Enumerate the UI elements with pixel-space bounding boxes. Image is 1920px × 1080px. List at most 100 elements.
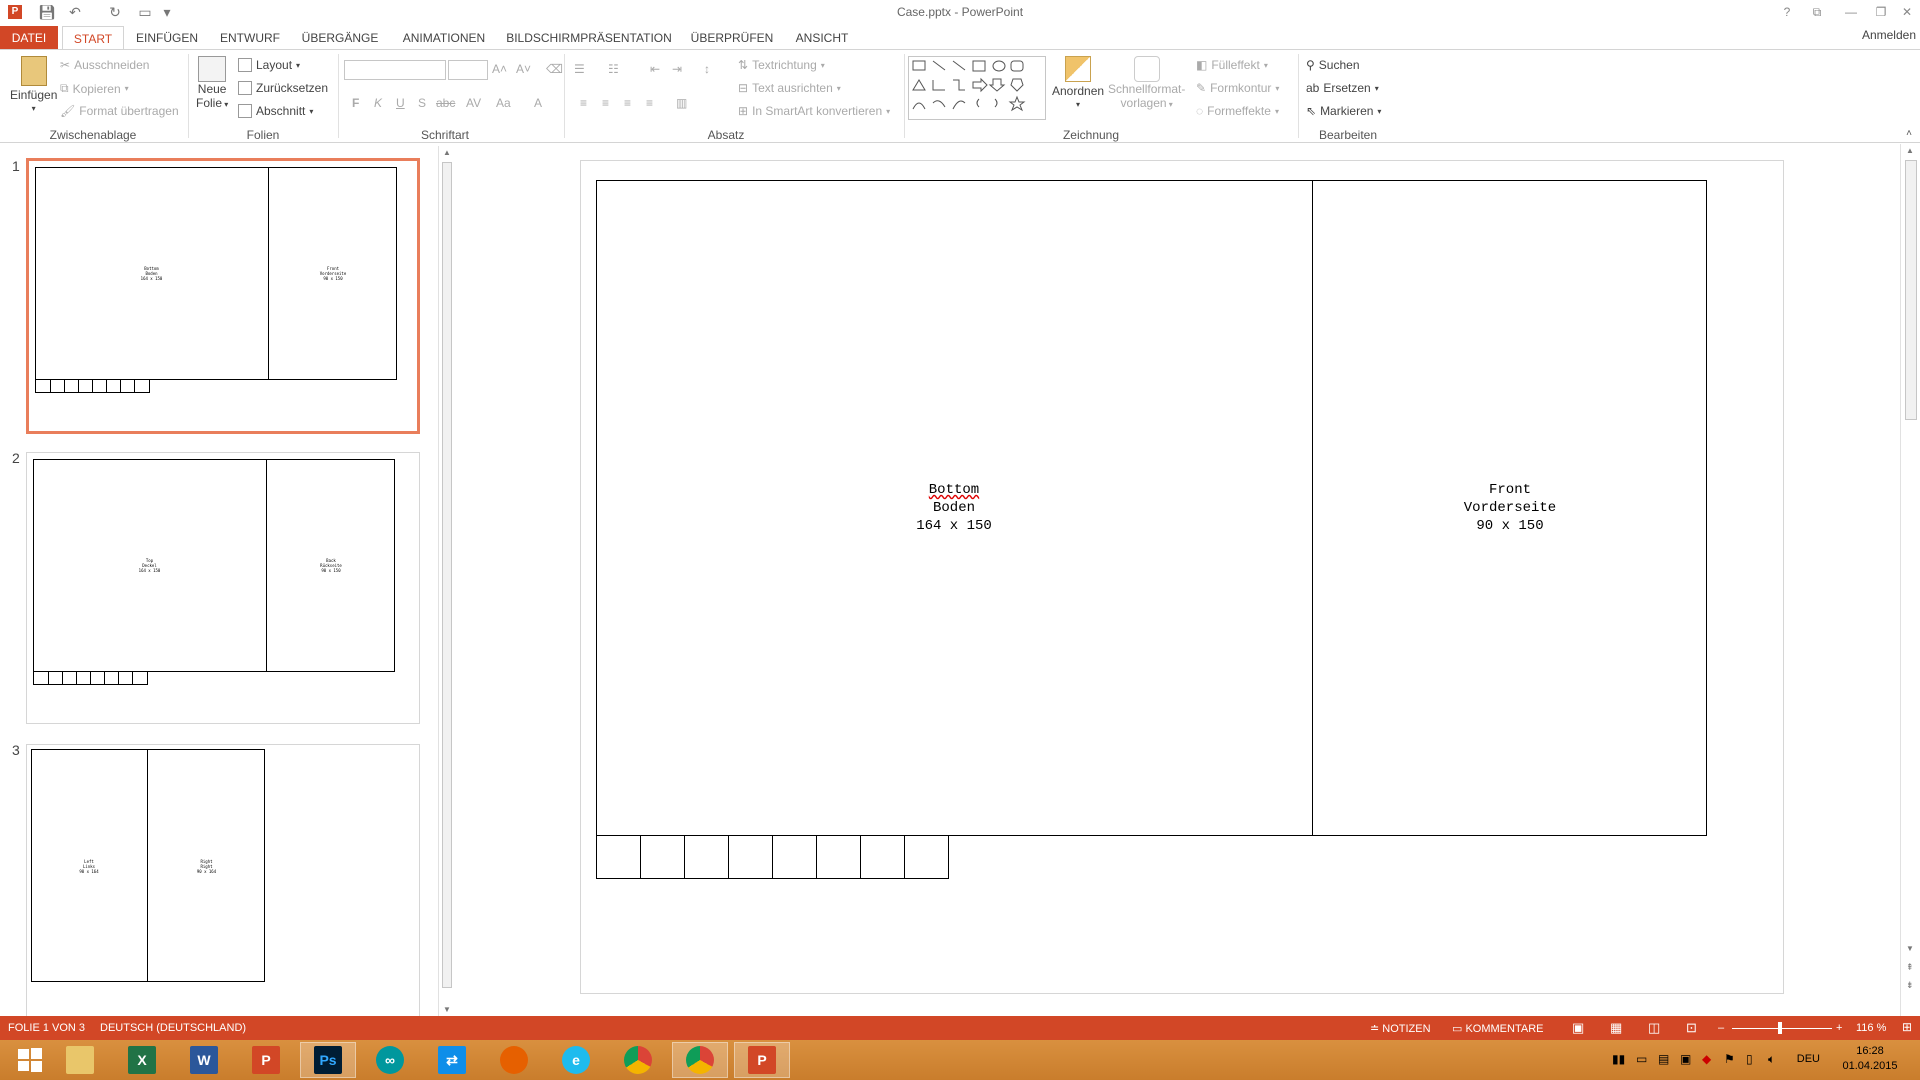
network-signal-icon[interactable]: ▮▮ xyxy=(1612,1052,1625,1066)
arrange-button[interactable]: Anordnen ▾ xyxy=(1052,56,1104,109)
powerpoint-taskbar-icon[interactable]: P xyxy=(238,1042,294,1078)
previous-slide-icon[interactable]: ⇞ xyxy=(1906,962,1914,973)
reading-view-icon[interactable]: ◫ xyxy=(1648,1020,1660,1036)
grow-font-icon[interactable]: A˄ xyxy=(492,62,507,76)
replace-button[interactable]: ab Ersetzen ▾ xyxy=(1306,81,1379,95)
shape-fill-button[interactable]: ◧ Fülleffekt ▾ xyxy=(1196,58,1268,72)
collapse-ribbon-icon[interactable]: ˄ xyxy=(1906,128,1912,139)
chrome-icon[interactable] xyxy=(610,1042,666,1078)
columns-icon[interactable]: ▥ xyxy=(676,96,687,110)
align-right-icon[interactable]: ≡ xyxy=(624,96,631,110)
slide-thumbnail-1[interactable]: Bottom Boden 164 x 150 Front Vorderseite… xyxy=(26,158,420,434)
excel-icon[interactable]: X xyxy=(114,1042,170,1078)
layout-button[interactable]: Layout ▾ xyxy=(238,58,300,72)
zoom-slider-thumb[interactable] xyxy=(1778,1022,1782,1034)
language-status[interactable]: DEUTSCH (DEUTSCHLAND) xyxy=(100,1022,246,1034)
scrollbar-thumb[interactable] xyxy=(442,162,452,988)
tray-icon[interactable]: ▤ xyxy=(1658,1052,1669,1066)
fit-slide-icon[interactable]: ⊞ xyxy=(1902,1020,1912,1034)
tab-slideshow[interactable]: BILDSCHIRMPRÄSENTATION xyxy=(506,26,672,50)
slide-thumbnail-3[interactable]: Left Links 90 x 164 Right Right 90 x 164 xyxy=(26,744,420,1016)
text-direction-button[interactable]: ⇅ Textrichtung ▾ xyxy=(738,58,825,72)
normal-view-icon[interactable]: ▣ xyxy=(1572,1020,1584,1036)
convert-smartart-button[interactable]: ⊞ In SmartArt konvertieren ▾ xyxy=(738,104,890,118)
tab-review[interactable]: ÜBERPRÜFEN xyxy=(686,26,778,50)
system-clock[interactable]: 16:28 01.04.2015 xyxy=(1830,1044,1910,1074)
input-language[interactable]: DEU xyxy=(1797,1053,1820,1065)
clear-formatting-icon[interactable]: ⌫ xyxy=(546,62,563,76)
tray-icon[interactable]: ▣ xyxy=(1680,1052,1691,1066)
zoom-in-icon[interactable]: + xyxy=(1836,1022,1842,1034)
character-spacing-icon[interactable]: AV xyxy=(466,96,481,110)
scroll-up-icon[interactable]: ▲ xyxy=(1906,146,1914,155)
teamviewer-icon[interactable]: ⇄ xyxy=(424,1042,480,1078)
slide-sorter-icon[interactable]: ▦ xyxy=(1610,1020,1622,1036)
front-label[interactable]: Front Vorderseite 90 x 150 xyxy=(1313,481,1707,535)
cut-button[interactable]: ✂ Ausschneiden xyxy=(60,58,149,72)
scroll-down-icon[interactable]: ▼ xyxy=(443,1005,451,1014)
file-explorer-icon[interactable] xyxy=(52,1042,108,1078)
next-slide-icon[interactable]: ⇟ xyxy=(1906,980,1914,991)
word-icon[interactable]: W xyxy=(176,1042,232,1078)
shape-effects-button[interactable]: ◌ Formeffekte ▾ xyxy=(1196,104,1279,118)
find-button[interactable]: ⚲ Suchen xyxy=(1306,58,1360,72)
underline-button[interactable]: U xyxy=(396,96,405,110)
scroll-up-icon[interactable]: ▲ xyxy=(443,148,451,157)
flag-icon[interactable]: ⚑ xyxy=(1724,1052,1735,1066)
scrollbar-thumb[interactable] xyxy=(1905,160,1917,420)
sign-in-link[interactable]: Anmelden xyxy=(1862,28,1916,42)
slide-thumbnail-2[interactable]: Top Deckel 164 x 150 Back Rückseite 90 x… xyxy=(26,452,420,724)
antivirus-icon[interactable]: ◆ xyxy=(1702,1052,1711,1066)
strikethrough-icon[interactable]: abc xyxy=(436,96,455,110)
shadow-button[interactable]: S xyxy=(418,96,426,110)
justify-icon[interactable]: ≡ xyxy=(646,96,653,110)
windows-start-icon[interactable] xyxy=(2,1042,58,1078)
shapes-gallery[interactable] xyxy=(908,56,1046,120)
bullets-icon[interactable]: ☰ xyxy=(574,62,585,76)
tab-animations[interactable]: ANIMATIONEN xyxy=(396,26,492,50)
zoom-slider[interactable] xyxy=(1732,1028,1832,1029)
font-name-combo[interactable] xyxy=(344,60,446,80)
firefox-icon[interactable] xyxy=(486,1042,542,1078)
tab-view[interactable]: ANSICHT xyxy=(788,26,856,50)
format-painter-button[interactable]: 🖌︎ Format übertragen xyxy=(60,104,179,118)
increase-indent-icon[interactable]: ⇥ xyxy=(672,62,682,76)
font-color-icon[interactable]: A xyxy=(534,96,542,110)
align-left-icon[interactable]: ≡ xyxy=(580,96,587,110)
reset-button[interactable]: Zurücksetzen xyxy=(238,81,328,95)
quick-styles-button[interactable]: Schnellformat- vorlagen ▾ xyxy=(1108,56,1185,110)
zoom-level[interactable]: 116 % xyxy=(1856,1022,1886,1034)
align-text-button[interactable]: ⊟ Text ausrichten ▾ xyxy=(738,81,841,95)
close-icon[interactable]: ✕ xyxy=(1894,2,1920,22)
bold-button[interactable]: F xyxy=(352,96,359,110)
comments-button[interactable]: ▭ KOMMENTARE xyxy=(1452,1022,1543,1035)
bottom-label[interactable]: Bottom Boden 164 x 150 xyxy=(596,481,1312,535)
font-size-combo[interactable] xyxy=(448,60,488,80)
numbering-icon[interactable]: ☷ xyxy=(608,62,619,76)
tab-file[interactable]: DATEI xyxy=(0,26,58,50)
slideshow-view-icon[interactable]: ⊡ xyxy=(1686,1020,1697,1036)
tray-icon[interactable]: ▭ xyxy=(1636,1052,1647,1066)
minimize-icon[interactable]: — xyxy=(1838,2,1864,22)
help-icon[interactable]: ? xyxy=(1774,2,1800,22)
select-button[interactable]: ⇖ Markieren ▾ xyxy=(1306,104,1381,118)
new-slide-button[interactable]: Neue Folie ▾ xyxy=(196,56,228,110)
editor-scrollbar[interactable]: ▲ ▼ ⇞ ⇟ xyxy=(1900,144,1920,1016)
shape-outline-button[interactable]: ✎ Formkontur ▾ xyxy=(1196,81,1279,95)
slide-canvas[interactable]: Bottom Boden 164 x 150 Front Vorderseite… xyxy=(580,160,1784,994)
zoom-out-icon[interactable]: – xyxy=(1718,1022,1724,1034)
powerpoint-running-icon[interactable]: P xyxy=(734,1042,790,1078)
ribbon-display-options-icon[interactable]: ⧉ xyxy=(1804,2,1830,22)
align-center-icon[interactable]: ≡ xyxy=(602,96,609,110)
section-button[interactable]: Abschnitt ▾ xyxy=(238,104,313,118)
thumbnails-scrollbar[interactable]: ▲ ▼ xyxy=(438,146,454,1016)
line-spacing-icon[interactable]: ↕ xyxy=(704,62,710,76)
photoshop-icon[interactable]: Ps xyxy=(300,1042,356,1078)
volume-icon[interactable]: 🔈︎ xyxy=(1768,1052,1775,1067)
paste-button[interactable]: Einfügen ▾ xyxy=(10,56,57,113)
chrome-running-icon[interactable] xyxy=(672,1042,728,1078)
scroll-down-icon[interactable]: ▼ xyxy=(1906,944,1914,953)
copy-button[interactable]: ⧉ Kopieren ▾ xyxy=(60,81,129,96)
power-icon[interactable]: ▯ xyxy=(1746,1052,1753,1066)
notes-button[interactable]: ≐ NOTIZEN xyxy=(1370,1022,1431,1035)
